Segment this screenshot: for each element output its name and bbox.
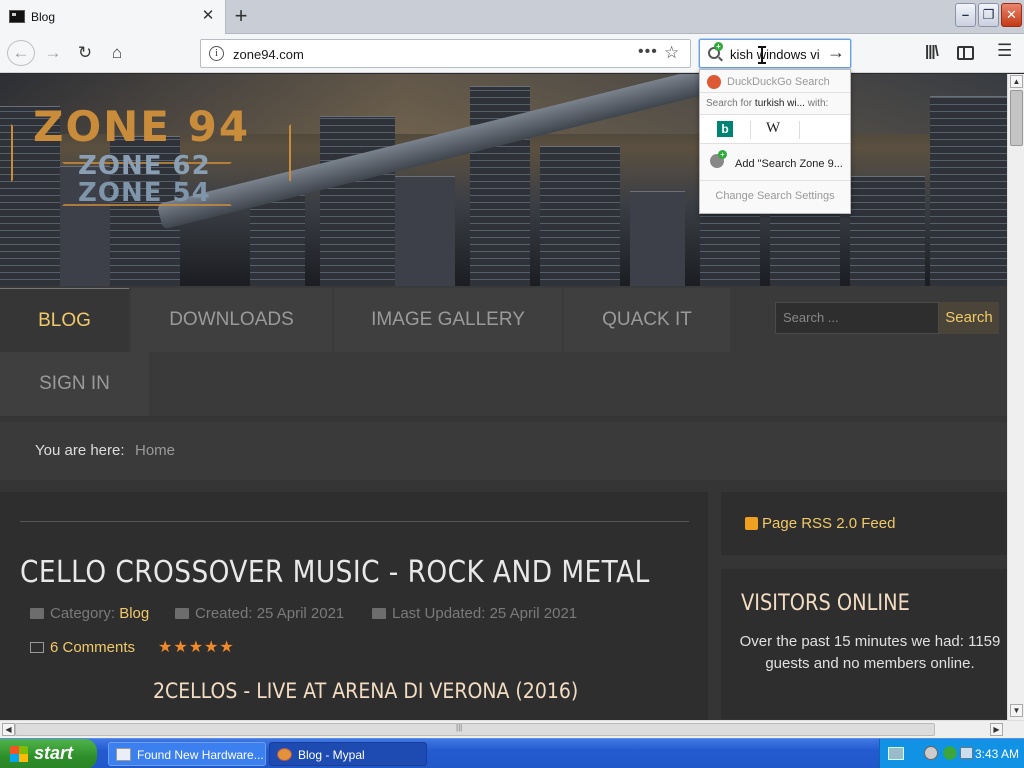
library-icon[interactable]: |||\	[925, 43, 939, 60]
change-search-settings-button[interactable]: Change Search Settings	[700, 190, 850, 202]
site-search-button[interactable]: Search	[939, 302, 999, 334]
vertical-scroll-thumb[interactable]	[1010, 90, 1023, 146]
site-logo-sub-1: ZONE 62	[78, 151, 211, 181]
sidebar-icon[interactable]	[957, 46, 974, 60]
add-search-engine-icon	[710, 150, 727, 168]
article-subtitle: 2CELLOS - LIVE AT ARENA DI VERONA (2016)	[153, 679, 579, 703]
menu-icon[interactable]: ☰	[997, 41, 1012, 61]
add-engine-badge-icon: +	[714, 42, 723, 51]
tab-close-icon[interactable]: ✕	[198, 6, 218, 26]
scroll-down-icon[interactable]: ▼	[1010, 704, 1023, 717]
scroll-up-icon[interactable]: ▲	[1010, 75, 1023, 88]
taskbar-item-found-new-hardware[interactable]: Found New Hardware...	[108, 742, 266, 766]
comments-link[interactable]: 6 Comments	[30, 639, 135, 656]
duckduckgo-icon	[707, 75, 721, 89]
tab-strip: Blog ✕ + – ❐ ✕	[0, 0, 1024, 34]
comment-icon	[30, 642, 44, 653]
visitors-text: Over the past 15 minutes we had: 1159 gu…	[739, 633, 1001, 672]
site-favicon-icon	[9, 10, 25, 23]
breadcrumb-home-link[interactable]: Home	[135, 442, 175, 459]
menu-item-quack-it[interactable]: QUACK IT	[564, 288, 730, 352]
rss-icon	[745, 517, 758, 530]
system-tray: 3:43 AM	[879, 739, 1024, 768]
clock: 3:43 AM	[975, 747, 1020, 761]
vertical-scrollbar[interactable]: ▲ ▼	[1007, 74, 1024, 720]
search-go-icon[interactable]: →	[827, 42, 845, 63]
divider	[20, 521, 689, 522]
text-cursor-icon	[758, 46, 766, 64]
horizontal-scroll-thumb[interactable]	[15, 723, 935, 736]
search-suggestions-dropdown: DuckDuckGo Search Search for turkish wi.…	[699, 69, 851, 214]
start-button[interactable]: start	[0, 739, 97, 768]
window-minimize-button[interactable]: –	[955, 3, 976, 27]
article-created: Created: 25 April 2021	[175, 605, 344, 622]
add-search-engine-item[interactable]: Add "Search Zone 9...	[735, 158, 843, 170]
breadcrumb-label: You are here:	[35, 442, 125, 459]
menu-item-image-gallery[interactable]: IMAGE GALLERY	[334, 288, 562, 352]
visitors-title: VISITORS ONLINE	[741, 591, 910, 616]
article: CELLO CROSSOVER MUSIC - ROCK AND METAL C…	[0, 492, 708, 720]
web-page: ZONE 94 ZONE 62 ZONE 54 BLOG DOWNLOADS I…	[0, 74, 1007, 720]
site-logo-sub-2: ZONE 54	[78, 178, 211, 208]
site-logo[interactable]: ZONE 94	[33, 102, 250, 151]
taskbar-item-blog-mypal[interactable]: Blog - Mypal	[269, 742, 427, 766]
horizontal-scrollbar[interactable]: ◀ ||| ▶	[0, 720, 1024, 738]
site-main-menu: BLOG DOWNLOADS IMAGE GALLERY QUACK IT SI…	[0, 286, 1007, 416]
article-updated: Last Updated: 25 April 2021	[372, 605, 577, 622]
browser-search-input[interactable]: + kish windows vi →	[699, 39, 851, 68]
rss-module: Page RSS 2.0 Feed	[721, 492, 1007, 555]
network-icon[interactable]	[943, 746, 957, 760]
folder-icon	[30, 608, 44, 619]
search-for-hint: Search for turkish wi... with:	[706, 98, 829, 109]
category-link[interactable]: Blog	[119, 605, 149, 622]
volume-icon[interactable]	[960, 747, 973, 759]
hardware-wizard-icon	[116, 748, 131, 761]
search-query-text[interactable]: kish windows vi	[730, 47, 822, 62]
rating-stars[interactable]: ★★★★★	[158, 637, 235, 657]
tray-status-icon[interactable]	[924, 746, 938, 760]
bookmark-star-icon[interactable]: ☆	[664, 43, 679, 63]
tab-title: Blog	[31, 10, 56, 24]
home-icon[interactable]: ⌂	[104, 40, 130, 66]
scroll-right-icon[interactable]: ▶	[990, 723, 1003, 736]
url-text[interactable]: zone94.com	[233, 47, 304, 62]
tab-blog[interactable]: Blog ✕	[0, 0, 226, 34]
bing-icon[interactable]: b	[717, 121, 733, 137]
url-bar[interactable]: i zone94.com ••• ☆	[200, 39, 691, 68]
window-close-button[interactable]: ✕	[1001, 3, 1022, 27]
article-title[interactable]: CELLO CROSSOVER MUSIC - ROCK AND METAL	[20, 555, 650, 590]
window-restore-button[interactable]: ❐	[978, 3, 999, 27]
rss-feed-link[interactable]: Page RSS 2.0 Feed	[762, 515, 895, 532]
mypal-browser-icon	[277, 748, 292, 761]
info-icon[interactable]: i	[209, 46, 224, 61]
site-banner: ZONE 94 ZONE 62 ZONE 54	[0, 74, 1007, 286]
menu-item-downloads[interactable]: DOWNLOADS	[131, 288, 332, 352]
forward-icon[interactable]: →	[40, 40, 66, 66]
page-actions-icon[interactable]: •••	[638, 43, 658, 61]
menu-item-sign-in[interactable]: SIGN IN	[0, 352, 149, 416]
windows-logo-icon	[10, 746, 28, 762]
navigation-toolbar: ← → ↻ ⌂ i zone94.com ••• ☆ + kish window…	[0, 34, 1024, 73]
site-search-input[interactable]: Search ...	[775, 302, 939, 334]
back-icon[interactable]: ←	[7, 40, 35, 66]
reload-icon[interactable]: ↻	[72, 40, 98, 66]
one-off-engines-row: b W	[700, 114, 850, 144]
breadcrumb: You are here: Home	[0, 422, 1007, 480]
taskbar: start Found New Hardware... Blog - Mypal…	[0, 738, 1024, 768]
calendar-icon	[372, 608, 386, 619]
new-tab-button[interactable]: +	[229, 3, 253, 29]
keyboard-icon[interactable]	[888, 747, 904, 760]
calendar-icon	[175, 608, 189, 619]
menu-item-blog[interactable]: BLOG	[0, 288, 129, 352]
current-engine-label: DuckDuckGo Search	[727, 76, 830, 88]
visitors-module: VISITORS ONLINE Over the past 15 minutes…	[721, 569, 1007, 719]
scroll-left-icon[interactable]: ◀	[2, 723, 15, 736]
article-category: Category: Blog	[30, 605, 149, 622]
wikipedia-icon[interactable]: W	[766, 120, 780, 137]
